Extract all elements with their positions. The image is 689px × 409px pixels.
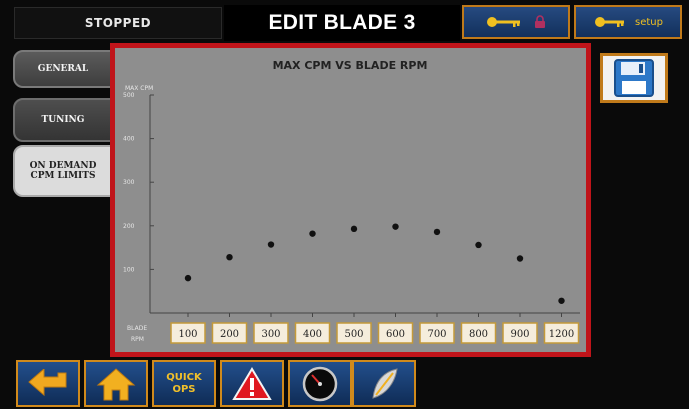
lock-icon (535, 15, 545, 28)
rpm-value[interactable]: 1200 (549, 329, 574, 340)
quick-ops-label-line2: OPS (172, 383, 196, 395)
setup-label: setup (635, 16, 663, 28)
y-tick-label: 100 (123, 266, 135, 273)
data-point (558, 297, 565, 304)
save-button[interactable] (600, 53, 668, 103)
rpm-value[interactable]: 700 (427, 329, 446, 340)
alarm-button[interactable] (220, 360, 284, 407)
data-point (350, 225, 358, 233)
rpm-value[interactable]: 600 (386, 329, 405, 340)
tab-on-demand-cpm-limits[interactable]: ON DEMAND CPM LIMITS (13, 145, 113, 197)
tab-on-demand-label: ON DEMAND CPM LIMITS (29, 160, 97, 181)
key-lock-button[interactable] (462, 5, 570, 39)
data-point (267, 241, 275, 248)
chart-title: MAX CPM VS BLADE RPM (273, 59, 428, 72)
key-setup-button[interactable]: setup (574, 5, 682, 39)
status-display: STOPPED (14, 7, 222, 39)
data-point (226, 253, 233, 261)
alarm-triangle-icon (232, 366, 272, 400)
gauge-button[interactable] (288, 360, 352, 407)
home-button[interactable] (84, 360, 148, 407)
data-point (475, 241, 482, 249)
rpm-value[interactable]: 900 (510, 329, 529, 340)
y-tick-label: 300 (123, 179, 135, 186)
data-point (184, 274, 192, 282)
blade-button[interactable] (352, 360, 416, 407)
data-point (392, 223, 399, 230)
y-axis-label: MAX CPM (125, 85, 153, 92)
back-button[interactable] (16, 360, 80, 407)
chart-panel: MAX CPM VS BLADE RPM MAX CPM 100 200 300 40… (110, 43, 591, 357)
y-tick-label: 500 (123, 92, 135, 99)
x-axis-label-line1: BLADE (127, 325, 147, 332)
back-arrow-icon (28, 368, 67, 396)
rpm-value[interactable]: 800 (469, 329, 488, 340)
y-tick-label: 200 (123, 223, 135, 230)
page-title: EDIT BLADE 3 (224, 5, 460, 41)
rpm-value[interactable]: 200 (220, 329, 239, 340)
max-cpm-chart: MAX CPM VS BLADE RPM MAX CPM 100 200 300 40… (123, 59, 580, 344)
tab-general-label: GENERAL (37, 63, 89, 74)
rpm-value[interactable]: 400 (303, 329, 322, 340)
home-icon (96, 367, 136, 400)
rpm-value[interactable]: 300 (261, 329, 280, 340)
status-text: STOPPED (84, 16, 152, 30)
data-point (433, 228, 441, 236)
key-icon (595, 17, 625, 27)
tab-tuning-label: TUNING (41, 114, 85, 125)
key-icon (487, 17, 520, 27)
y-tick-label: 400 (123, 136, 135, 143)
gauge-icon (302, 366, 338, 401)
quick-ops-button[interactable]: QUICK OPS (152, 360, 216, 407)
rpm-value[interactable]: 500 (344, 329, 363, 340)
tab-tuning[interactable]: TUNING (13, 98, 113, 142)
blade-icon (372, 367, 398, 399)
data-point (516, 255, 524, 262)
floppy-disk-icon (614, 59, 654, 97)
rpm-value[interactable]: 100 (178, 329, 197, 340)
x-axis-label-line2: RPM (131, 336, 144, 343)
quick-ops-label-line1: QUICK (166, 372, 202, 383)
data-point (309, 230, 316, 237)
tab-general[interactable]: GENERAL (13, 50, 113, 88)
